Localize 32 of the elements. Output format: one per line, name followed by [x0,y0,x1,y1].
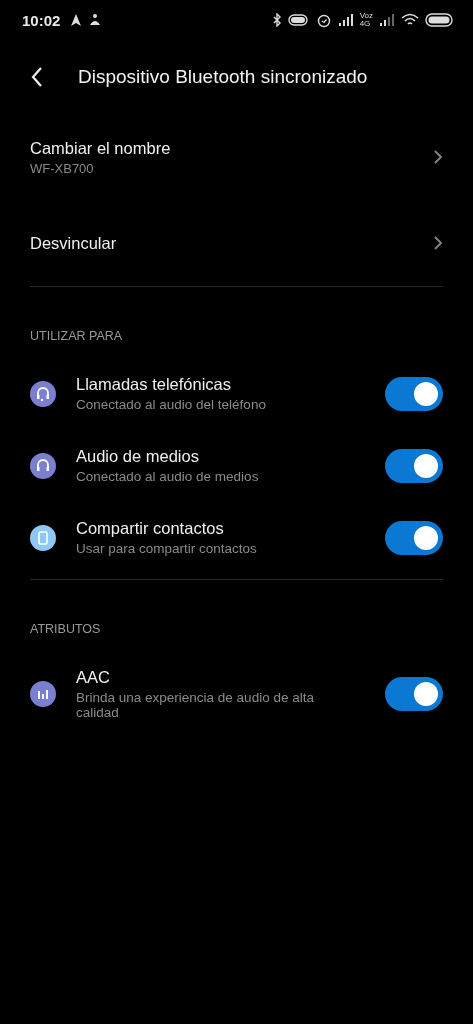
section-heading: UTILIZAR PARA [29,328,124,345]
signal-icon [379,14,395,26]
link-title: Desvincular [30,233,118,253]
chevron-right-icon [433,149,443,165]
item-title: AAC [76,668,111,687]
status-time: 10:02 [22,11,61,29]
item-title: Llamadas telefónicas [76,375,232,394]
item-description: Conectado al audio de medios [76,469,260,484]
navigation-arrow-icon [70,13,83,27]
toggle-switch[interactable] [385,376,443,411]
network-type-label: 4G [359,20,372,28]
settings-link[interactable]: Cambiar el nombre WF-XB700 [0,114,473,200]
item-description: Brinda una experiencia de audio de alta calidad [76,690,315,720]
section-heading: ATRIBUTOS [29,621,102,638]
item-description: Conectado al audio del teléfono [76,397,267,412]
bluetooth-icon [271,13,282,27]
chevron-right-icon [433,235,443,251]
wifi-icon [401,13,419,27]
settings-link[interactable]: Desvincular [0,200,473,286]
back-icon[interactable] [30,66,44,88]
item-title: Compartir contactos [76,519,225,538]
signal-icon [337,14,354,26]
item-description: Usar para compartir contactos [76,541,258,556]
network-type-label: Voz [359,12,373,20]
item-title: Audio de medios [76,447,200,466]
battery-icon [425,13,453,27]
toggle-switch[interactable] [385,677,443,711]
toggle-switch[interactable] [385,520,443,555]
link-subtitle: WF-XB700 [30,160,95,176]
link-title: Cambiar el nombre [30,138,172,158]
toggle-switch[interactable] [385,448,443,483]
page-title: Dispositivo Bluetooth sincronizado [78,66,368,88]
